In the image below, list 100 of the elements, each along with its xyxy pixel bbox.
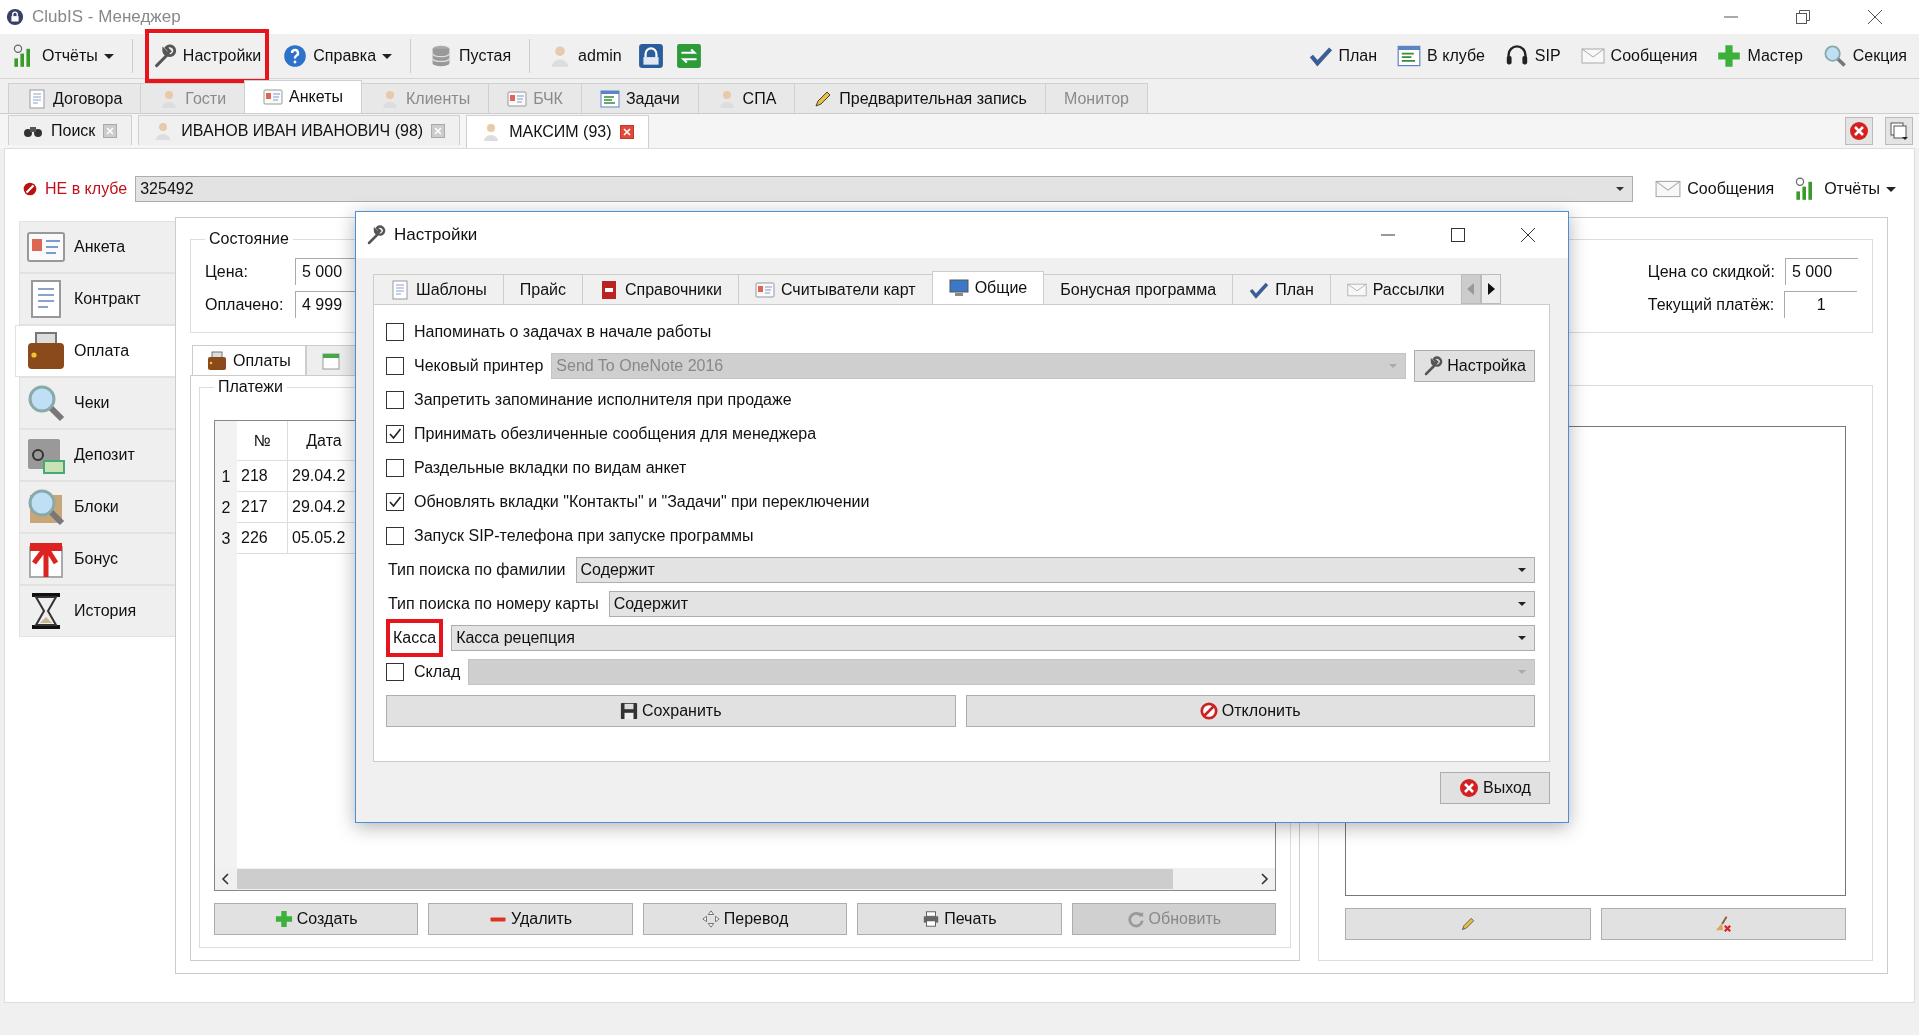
payment-tab[interactable] [305,345,356,375]
value-field[interactable]: 5 000 [1785,258,1858,285]
checkbox[interactable]: Раздельные вкладки по видам анкет [386,459,687,477]
group-title: Состояние [208,230,290,248]
checkbox[interactable]: Напоминать о задачах в начале работы [386,323,712,341]
module-tab[interactable]: Предварительная запись [794,83,1046,113]
row-number: 3 [220,528,232,549]
action-button[interactable]: Печать [857,903,1062,935]
magnifier-icon [26,383,66,423]
toolbar-button[interactable]: Пустая [423,38,518,74]
wrench-icon [366,225,386,245]
messages-button[interactable]: Сообщения [1649,171,1781,207]
close-tab-icon[interactable] [619,125,634,139]
dropdown-arrow-icon [382,51,393,61]
module-tab[interactable]: Анкеты [244,80,362,113]
checkbox[interactable]: Запретить запоминание исполнителя при продаже [386,391,792,409]
module-tab[interactable]: Договора [8,83,142,113]
checkbox-box[interactable] [386,323,404,341]
sidebar-item[interactable]: Блоки [19,481,175,533]
table-cell: 217 [237,492,288,523]
field-label: Оплачено: [205,295,285,314]
toolbar-button[interactable]: План [1302,38,1384,74]
document-icon [390,279,410,300]
sidebar-item[interactable]: Депозит [19,429,175,481]
action-button[interactable]: Удалить [428,903,633,935]
table-cell: 226 [237,523,288,554]
exit-icon [675,43,702,69]
reports-button[interactable]: Отчёты [1788,171,1902,207]
dropdown-arrow-icon [1389,364,1398,368]
toolbar-button[interactable]: admin [542,38,628,74]
checkmark-icon [388,427,402,441]
toolbar-button[interactable]: Настройки [144,29,270,83]
restore-icon[interactable] [1795,9,1811,25]
toolbar-button[interactable]: Секция [1816,38,1913,74]
toolbar-button[interactable]: SIP [1498,38,1567,74]
checkbox-box[interactable] [386,493,404,511]
sidebar-item[interactable]: Бонус [19,533,175,585]
toolbar-button[interactable]: Отчёты [6,38,120,74]
checkbox-box[interactable] [386,527,404,545]
dropdown-arrow-icon [1886,184,1896,194]
dropdown-field[interactable]: Содержит [608,591,1535,617]
exit-button[interactable]: Выход [1440,772,1550,804]
action-button[interactable]: Перевод [642,903,848,935]
settings-tab[interactable]: Общие [931,271,1045,304]
dropdown-arrow-icon [1518,602,1526,606]
field-label: Цена: [205,262,249,281]
close-icon [1849,121,1869,141]
sidebar-item[interactable]: Контракт [19,273,175,325]
checkbox[interactable]: Обновлять вкладки "Контакты" и "Задачи" при переключении [386,493,870,511]
save-button[interactable]: Сохранить [386,695,956,727]
dropdown-field[interactable]: Содержит [575,557,1535,583]
toolbar-button[interactable]: Сообщения [1574,38,1704,74]
id-card-icon [754,279,775,300]
lock-icon [637,43,664,69]
settings-tab[interactable]: Шаблоны [373,274,504,304]
row-number: 2 [220,497,232,518]
dropdown-field[interactable]: Касса рецепция [451,625,1535,651]
dropdown-arrow-icon [1616,187,1625,191]
window-list-button[interactable] [1885,117,1913,145]
document-tab[interactable]: Поиск [8,115,133,145]
payment-tab[interactable]: Оплаты [192,345,306,375]
toolbar-button[interactable]: Справка [277,38,399,74]
card-number-combo[interactable]: 325492 [135,176,1634,202]
close-document-button[interactable] [1845,117,1873,145]
toolbar-button[interactable]: В клубе [1391,38,1491,74]
monitor-icon [948,278,969,298]
close-icon[interactable] [1520,227,1536,243]
id-card-icon [263,87,284,107]
sidebar-item[interactable]: Анкета [19,221,175,273]
move-arrows-icon [701,910,720,928]
close-icon[interactable] [1867,9,1883,25]
action-button[interactable]: Создать [214,903,419,935]
document-tab[interactable]: ИВАНОВ ИВАН ИВАНОВИЧ (98) [138,115,461,145]
value-field[interactable]: 1 [1784,291,1858,318]
module-tab[interactable]: Задачи [580,83,699,113]
document-tab[interactable]: МАКСИМ (93) [466,115,649,148]
scroll-right-icon[interactable] [1259,873,1269,885]
scroll-left-icon[interactable] [221,873,231,885]
module-tab[interactable]: СПА [697,83,796,113]
help-icon [283,44,308,68]
column-header[interactable]: № [237,421,288,461]
checkbox-box[interactable] [386,391,404,409]
checkbox[interactable]: Запуск SIP-телефона при запуске программы [386,527,754,545]
sidebar-item[interactable]: История [19,585,175,637]
broom-icon [1714,915,1733,933]
toolbar-button[interactable]: Мастер [1711,38,1809,74]
checkbox[interactable]: Принимать обезличенные сообщения для менеджера [386,425,817,443]
field-label: Цена со скидкой: [1647,262,1775,281]
scroll-right-button[interactable] [1480,274,1501,304]
cancel-button[interactable]: Отклонить [965,695,1535,727]
plus-icon [274,910,293,928]
checkbox-box[interactable] [386,425,404,443]
checkbox-box[interactable] [386,459,404,477]
sidebar-item[interactable]: Чеки [19,377,175,429]
lock-logo-icon [6,8,24,26]
client-status: НЕ в клубе [45,180,128,198]
maximize-icon[interactable] [1450,227,1466,243]
sidebar-item[interactable]: Оплата [15,325,175,377]
wallet-icon [207,350,227,371]
book-icon [599,279,619,300]
